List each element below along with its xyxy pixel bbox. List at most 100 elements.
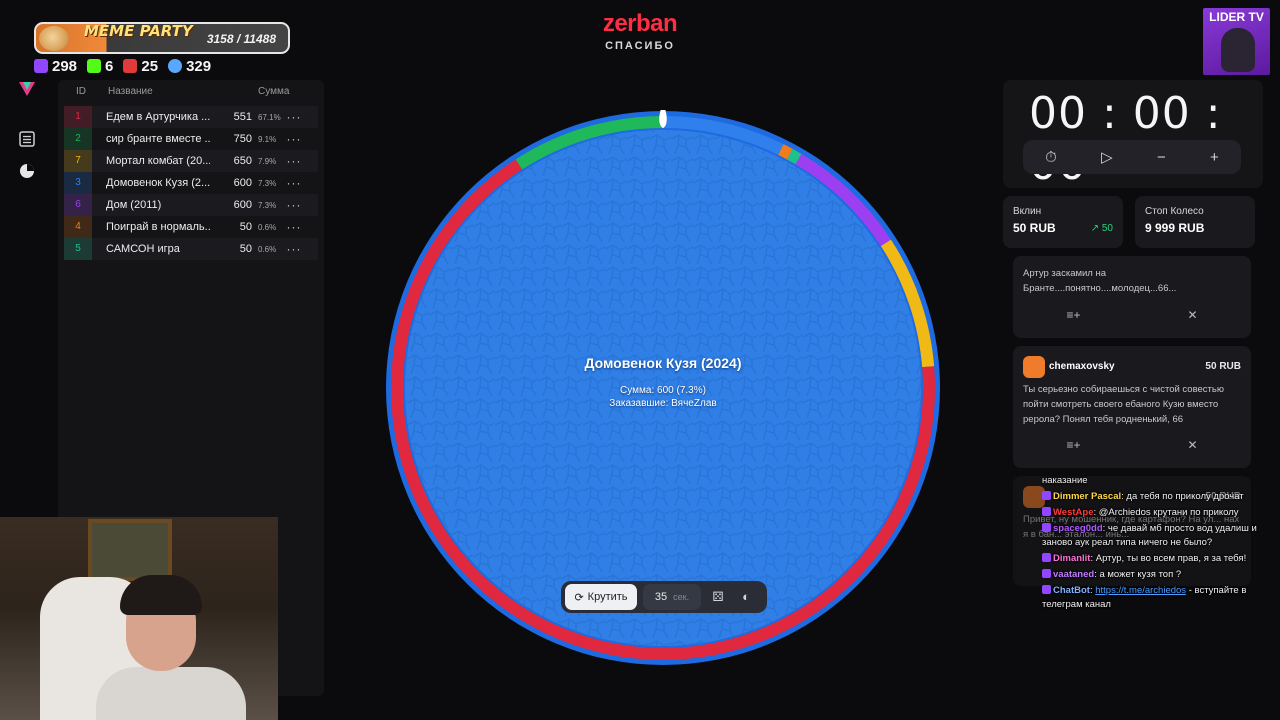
- table-row[interactable]: 3 Домовенок Кузя (2... 600 7.3% ···: [64, 172, 318, 194]
- more-options-icon[interactable]: ···: [282, 176, 306, 190]
- vklin-card: Вклин 50 RUB ↗ 50: [1003, 196, 1123, 248]
- row-id: 1: [64, 106, 92, 128]
- close-icon[interactable]: ✕: [1187, 308, 1197, 322]
- minus-icon[interactable]: −: [1157, 149, 1166, 166]
- list-icon[interactable]: [18, 130, 36, 148]
- chat-link[interactable]: https://t.me/archiedos: [1095, 585, 1186, 596]
- kick-stat: 6: [87, 58, 113, 75]
- table-row[interactable]: 4 Поиграй в нормаль... 50 0.6% ···: [64, 216, 318, 238]
- more-options-icon[interactable]: ···: [282, 242, 306, 256]
- row-sum: 750: [233, 133, 252, 145]
- vk-live-icon: [123, 59, 138, 73]
- chat-message: vaataned: а может кузя топ ?: [1042, 568, 1260, 582]
- row-name: Дом (2011): [106, 199, 162, 211]
- chat-username: Dimmer Pascal: [1053, 491, 1122, 502]
- more-options-icon[interactable]: ···: [282, 198, 306, 212]
- row-percent: 7.3%: [258, 178, 277, 188]
- row-id: 3: [64, 172, 92, 194]
- spin-controls: ⟳ Крутить 35 сек. ⚄ ◐: [561, 581, 767, 613]
- play-icon[interactable]: ▷: [1101, 148, 1113, 166]
- meme-party-progress: 3158 / 11488: [206, 32, 276, 46]
- chat-text: да тебя по приколу дрочат: [1126, 491, 1244, 502]
- more-options-icon[interactable]: ···: [282, 220, 306, 234]
- viewers-stat: 329: [168, 58, 211, 75]
- row-name: Едем в Артурчика ...: [106, 111, 210, 123]
- more-options-icon[interactable]: ···: [282, 132, 306, 146]
- palette-icon[interactable]: ◐: [735, 586, 757, 608]
- chat-message: ChatBot: https://t.me/archiedos - вступа…: [1042, 585, 1247, 610]
- streamer-body: [96, 667, 246, 720]
- table-row[interactable]: 2 сир бранте вместе ... 750 9.1% ···: [64, 128, 318, 150]
- refresh-icon: ⟳: [574, 591, 584, 604]
- chat-username: vaataned: [1053, 569, 1095, 580]
- donation-message: Артур заскамил на Бранте....понятно....м…: [1023, 268, 1177, 294]
- row-id: 5: [64, 238, 92, 260]
- row-name: сир бранте вместе ...: [106, 133, 210, 145]
- more-options-icon[interactable]: ···: [282, 154, 306, 168]
- vk-live-stat: 25: [123, 58, 158, 75]
- brand-logo: zerban: [602, 10, 678, 37]
- row-sum: 650: [233, 155, 252, 167]
- row-sum: 551: [233, 111, 252, 123]
- timer-display: 00 : 00 : 00: [1029, 88, 1222, 190]
- column-header-sum: Сумма: [258, 86, 290, 97]
- row-percent: 7.9%: [258, 156, 277, 166]
- prism-logo-icon: [19, 82, 35, 96]
- chat-text: наказание: [1042, 475, 1088, 486]
- pie-chart-icon[interactable]: [18, 162, 36, 180]
- chat-overlay: наказание Dimmer Pascal: да тебя по прико…: [1042, 474, 1260, 686]
- kick-icon: [87, 59, 102, 73]
- chat-text: @Archiedos крутани по приколу: [1098, 507, 1239, 518]
- close-icon[interactable]: ✕: [1187, 438, 1197, 452]
- donation-user: chemaxovsky: [1049, 361, 1115, 372]
- spin-duration-input[interactable]: 35 сек.: [643, 584, 701, 610]
- brand-header: zerban СПАСИБО: [570, 10, 710, 52]
- chat-text: а может кузя топ ?: [1099, 569, 1182, 580]
- chat-username: WestApe: [1053, 507, 1094, 518]
- chat-username: ChatBot: [1053, 585, 1090, 596]
- chat-message: spaceg0dd: че давай мб просто вод удалиш…: [1042, 523, 1257, 548]
- wheel-current-sum: Сумма: 600 (7.3%): [620, 385, 706, 396]
- chat-text: Артур, ты во всем прав, я за тебя!: [1095, 553, 1247, 564]
- row-sum: 600: [233, 199, 252, 211]
- more-options-icon[interactable]: ···: [282, 110, 306, 124]
- webcam-feed: [0, 517, 278, 720]
- wheel-current-info: Домовенок Кузя (2024) Сумма: 600 (7.3%) …: [385, 355, 941, 409]
- reset-timer-icon[interactable]: ⏱: [1045, 149, 1057, 166]
- table-row[interactable]: 7 Мортал комбат (20... 650 7.9% ···: [64, 150, 318, 172]
- donation-amount: 50 RUB: [1205, 361, 1241, 372]
- twitch-icon: [34, 59, 48, 73]
- dice-icon[interactable]: ⚄: [707, 586, 729, 608]
- row-sum: 600: [233, 177, 252, 189]
- stream-stats: 298 6 25 329: [34, 56, 211, 76]
- add-to-queue-icon[interactable]: ≡+: [1066, 308, 1080, 322]
- platform-badge-icon: [1042, 553, 1051, 562]
- trend-up-icon: ↗ 50: [1090, 223, 1113, 234]
- brand-subtitle: СПАСИБО: [605, 40, 675, 52]
- table-row[interactable]: 5 САМСОН игра 50 0.6% ···: [64, 238, 318, 260]
- platform-badge-icon: [1042, 523, 1051, 532]
- table-row[interactable]: 1 Едем в Артурчика ... 551 67.1% ···: [64, 106, 318, 128]
- chat-message: наказание: [1042, 474, 1260, 488]
- add-to-queue-icon[interactable]: ≡+: [1066, 438, 1080, 452]
- row-id: 4: [64, 216, 92, 238]
- row-name: САМСОН игра: [106, 243, 180, 255]
- spin-button[interactable]: ⟳ Крутить: [565, 584, 637, 610]
- platform-badge-icon: [1042, 585, 1051, 594]
- platform-badge-icon: [1042, 507, 1051, 516]
- row-percent: 67.1%: [258, 112, 281, 122]
- row-percent: 9.1%: [258, 134, 277, 144]
- wheel-current-title: Домовенок Кузя (2024): [584, 355, 742, 371]
- row-name: Мортал комбат (20...: [106, 155, 210, 167]
- table-row[interactable]: 6 Дом (2011) 600 7.3% ···: [64, 194, 318, 216]
- column-header-id: ID: [76, 86, 86, 97]
- row-name: Поиграй в нормаль...: [106, 221, 210, 233]
- plus-icon[interactable]: +: [1210, 149, 1219, 166]
- chat-username: Dimanlit: [1053, 553, 1091, 564]
- donation-platform-icon: [1023, 356, 1045, 378]
- row-sum: 50: [239, 221, 252, 233]
- lider-tv-label: LIDER TV: [1209, 10, 1264, 24]
- row-percent: 7.3%: [258, 200, 277, 210]
- row-id: 2: [64, 128, 92, 150]
- row-percent: 0.6%: [258, 222, 277, 232]
